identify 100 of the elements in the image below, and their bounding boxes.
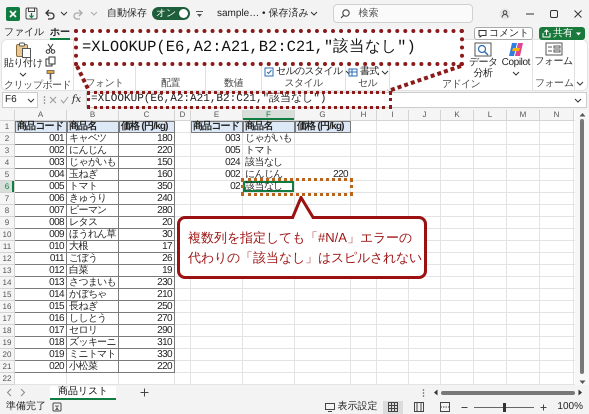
scroll-down-icon[interactable] — [578, 380, 586, 385]
copilot-button[interactable]: Copilot — [502, 42, 530, 79]
column-header[interactable]: B — [67, 110, 119, 121]
table-cell: 004 — [15, 169, 67, 181]
cancel-icon[interactable] — [48, 96, 57, 104]
row-header[interactable]: 4 — [0, 157, 15, 169]
display-settings-button[interactable]: 表示設定 — [325, 401, 378, 413]
row-header[interactable]: 13 — [0, 265, 15, 277]
table-cell: ごぼう — [67, 253, 119, 265]
row-header[interactable]: 17 — [0, 313, 15, 325]
row-header[interactable]: 6 — [0, 181, 15, 193]
row-header[interactable]: 21 — [0, 361, 15, 373]
insert-function-button[interactable]: fx — [72, 94, 82, 106]
table-cell: 玉ねぎ — [67, 169, 119, 181]
row-header[interactable]: 11 — [0, 241, 15, 253]
autosave-toggle[interactable]: オン — [152, 7, 190, 20]
column-header[interactable]: N — [540, 110, 574, 121]
row-header[interactable]: 18 — [0, 325, 15, 337]
row-header[interactable]: 9 — [0, 217, 15, 229]
row-header[interactable]: 2 — [0, 133, 15, 145]
share-button[interactable]: 共有 — [539, 27, 585, 40]
column-header[interactable]: A — [15, 110, 67, 121]
row-header[interactable]: 7 — [0, 193, 15, 205]
row-header[interactable]: 8 — [0, 205, 15, 217]
row-header[interactable]: 20 — [0, 349, 15, 361]
column-header[interactable]: K — [441, 110, 474, 121]
zoom-in-icon[interactable] — [540, 404, 548, 410]
data-analysis-button[interactable]: データ分析 — [468, 42, 499, 79]
row-header[interactable]: 19 — [0, 337, 15, 349]
vertical-scrollbar[interactable] — [575, 110, 589, 385]
more-icon — [42, 95, 46, 105]
collapse-caret-icon[interactable] — [576, 80, 584, 87]
scroll-right-icon[interactable] — [578, 389, 583, 396]
enter-icon[interactable] — [60, 96, 69, 104]
column-header[interactable]: L — [474, 110, 507, 121]
scissors-icon[interactable] — [45, 43, 56, 54]
more-icon[interactable] — [422, 388, 425, 398]
monitor-icon — [325, 402, 336, 412]
column-header[interactable]: G — [295, 110, 351, 121]
scroll-up-icon[interactable] — [578, 112, 586, 117]
table-cell: 白菜 — [67, 265, 119, 277]
caret-icon — [90, 10, 98, 17]
account-icon[interactable] — [499, 8, 511, 20]
search-field[interactable]: 検索 — [333, 4, 474, 23]
copy-icon[interactable] — [45, 56, 56, 67]
maximize-icon[interactable] — [549, 8, 559, 18]
row-header[interactable]: 22 — [0, 373, 15, 385]
next-sheet-icon[interactable] — [20, 388, 26, 397]
horizontal-scrollbar[interactable] — [433, 388, 583, 398]
undo-icon[interactable] — [43, 8, 55, 20]
close-icon[interactable] — [573, 8, 583, 18]
column-header[interactable]: E — [191, 110, 243, 121]
row-header[interactable]: 3 — [0, 145, 15, 157]
expand-caret-icon[interactable] — [574, 96, 582, 104]
sheet-tab[interactable]: 商品リスト — [50, 386, 116, 400]
caret-icon — [27, 96, 35, 104]
row-header[interactable]: 10 — [0, 229, 15, 241]
column-header[interactable]: H — [351, 110, 377, 121]
column-header[interactable]: F — [243, 110, 295, 121]
spreadsheet-logo-icon[interactable] — [6, 6, 20, 20]
customize-caret-icon[interactable] — [195, 10, 204, 18]
column-header[interactable]: I — [377, 110, 409, 121]
caret-icon — [575, 30, 582, 36]
accessibility-icon[interactable] — [52, 402, 62, 412]
row-header[interactable]: 1 — [0, 121, 15, 133]
add-sheet-icon[interactable] — [140, 388, 149, 397]
format-button[interactable]: 書式 — [348, 66, 389, 78]
slider-thumb[interactable] — [503, 402, 506, 412]
view-button[interactable] — [383, 400, 404, 414]
column-header[interactable]: M — [507, 110, 540, 121]
row-header[interactable]: 12 — [0, 253, 15, 265]
table-cell: 015 — [15, 301, 67, 313]
column-header[interactable]: J — [409, 110, 441, 121]
comment-button[interactable]: コメント — [474, 27, 533, 40]
ribbon-tab[interactable]: ファイル — [4, 27, 44, 40]
table-cell-text: にんじん — [244, 169, 284, 180]
table-cell: じゃがいも — [67, 157, 119, 169]
column-header[interactable]: C — [119, 110, 175, 121]
column-header[interactable]: D — [175, 110, 191, 121]
row-header[interactable]: 14 — [0, 277, 15, 289]
caret-icon — [60, 10, 68, 17]
scroll-left-icon[interactable] — [433, 389, 438, 396]
table-cell: 016 — [15, 313, 67, 325]
column-heading-cell: 商品名 — [243, 121, 295, 133]
row-header[interactable]: 5 — [0, 169, 15, 181]
name-box[interactable]: F6 — [2, 92, 38, 108]
row-header[interactable]: 16 — [0, 301, 15, 313]
table-cell: 350 — [119, 181, 175, 193]
table-cell: 002 — [15, 145, 67, 157]
previous-sheet-icon[interactable] — [6, 388, 12, 397]
row-header[interactable]: 15 — [0, 289, 15, 301]
cell-style-icon — [264, 67, 274, 77]
table-cell: さつまいも — [67, 277, 119, 289]
save-icon[interactable] — [25, 7, 38, 20]
table-cell: 160 — [119, 169, 175, 181]
paste-button[interactable]: 貼り付け — [4, 42, 42, 80]
column-heading-cell: 商品コード — [191, 121, 243, 133]
file-name-button[interactable]: sample… • 保存済み — [217, 8, 318, 20]
brush-icon[interactable] — [45, 69, 56, 80]
form-button[interactable]: フォーム — [534, 42, 573, 78]
